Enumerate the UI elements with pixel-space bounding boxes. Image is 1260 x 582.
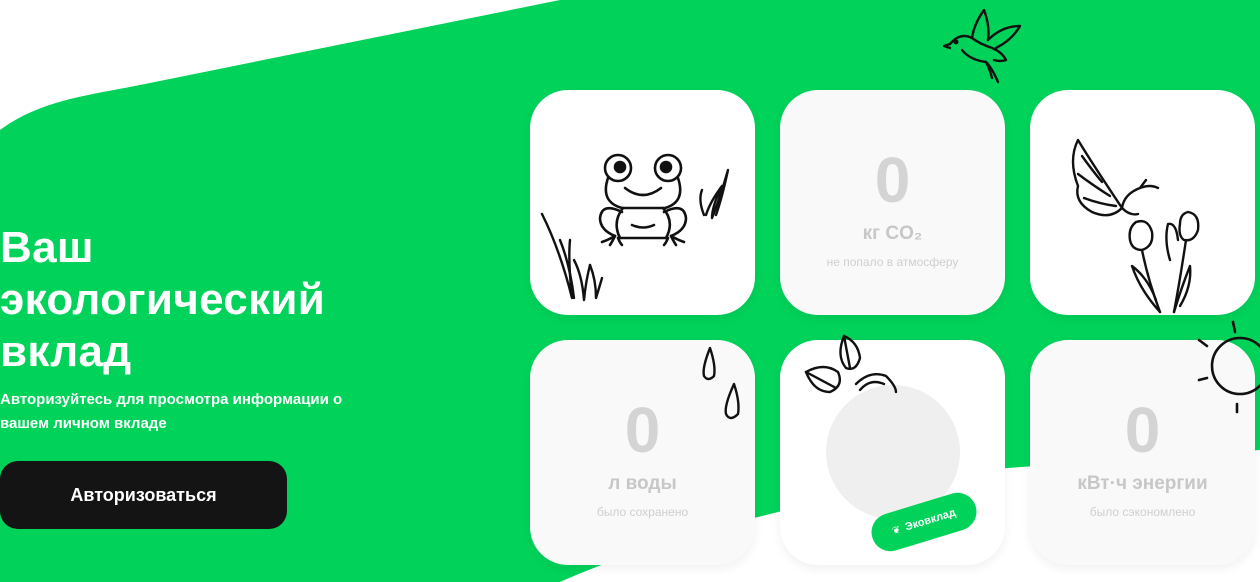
energy-caption: было сэкономлено [1089, 505, 1196, 519]
bird-icon [942, 8, 1022, 84]
butterfly-card [1030, 90, 1255, 315]
eco-badge-label: Эковклад [903, 506, 958, 534]
energy-unit: кВт·ч энергии [1077, 473, 1208, 494]
leaves-icon [804, 334, 898, 394]
sprout-icon: ❦ [890, 523, 903, 537]
sun-icon [1197, 320, 1260, 414]
water-drops-icon [702, 346, 740, 420]
co2-value: 0 [874, 144, 911, 216]
co2-caption: не попало в атмосферу [826, 255, 959, 269]
login-button[interactable]: Авторизоваться [0, 461, 287, 529]
grass-icon [540, 168, 730, 302]
hero-section: Ваш экологический вклад Авторизуйтесь дл… [0, 222, 420, 436]
water-unit: л воды [608, 473, 677, 494]
frog-card [530, 90, 755, 315]
co2-unit: кг CO₂ [862, 223, 923, 244]
page-title: Ваш экологический вклад [0, 223, 326, 376]
water-caption: было сохранено [596, 505, 689, 519]
co2-stat-card: 0 кг CO₂ не попало в атмосферу [780, 90, 1005, 315]
hero-subtitle: Авторизуйтесь для просмотра информации о… [0, 391, 343, 432]
flowers-icon [1128, 210, 1200, 314]
